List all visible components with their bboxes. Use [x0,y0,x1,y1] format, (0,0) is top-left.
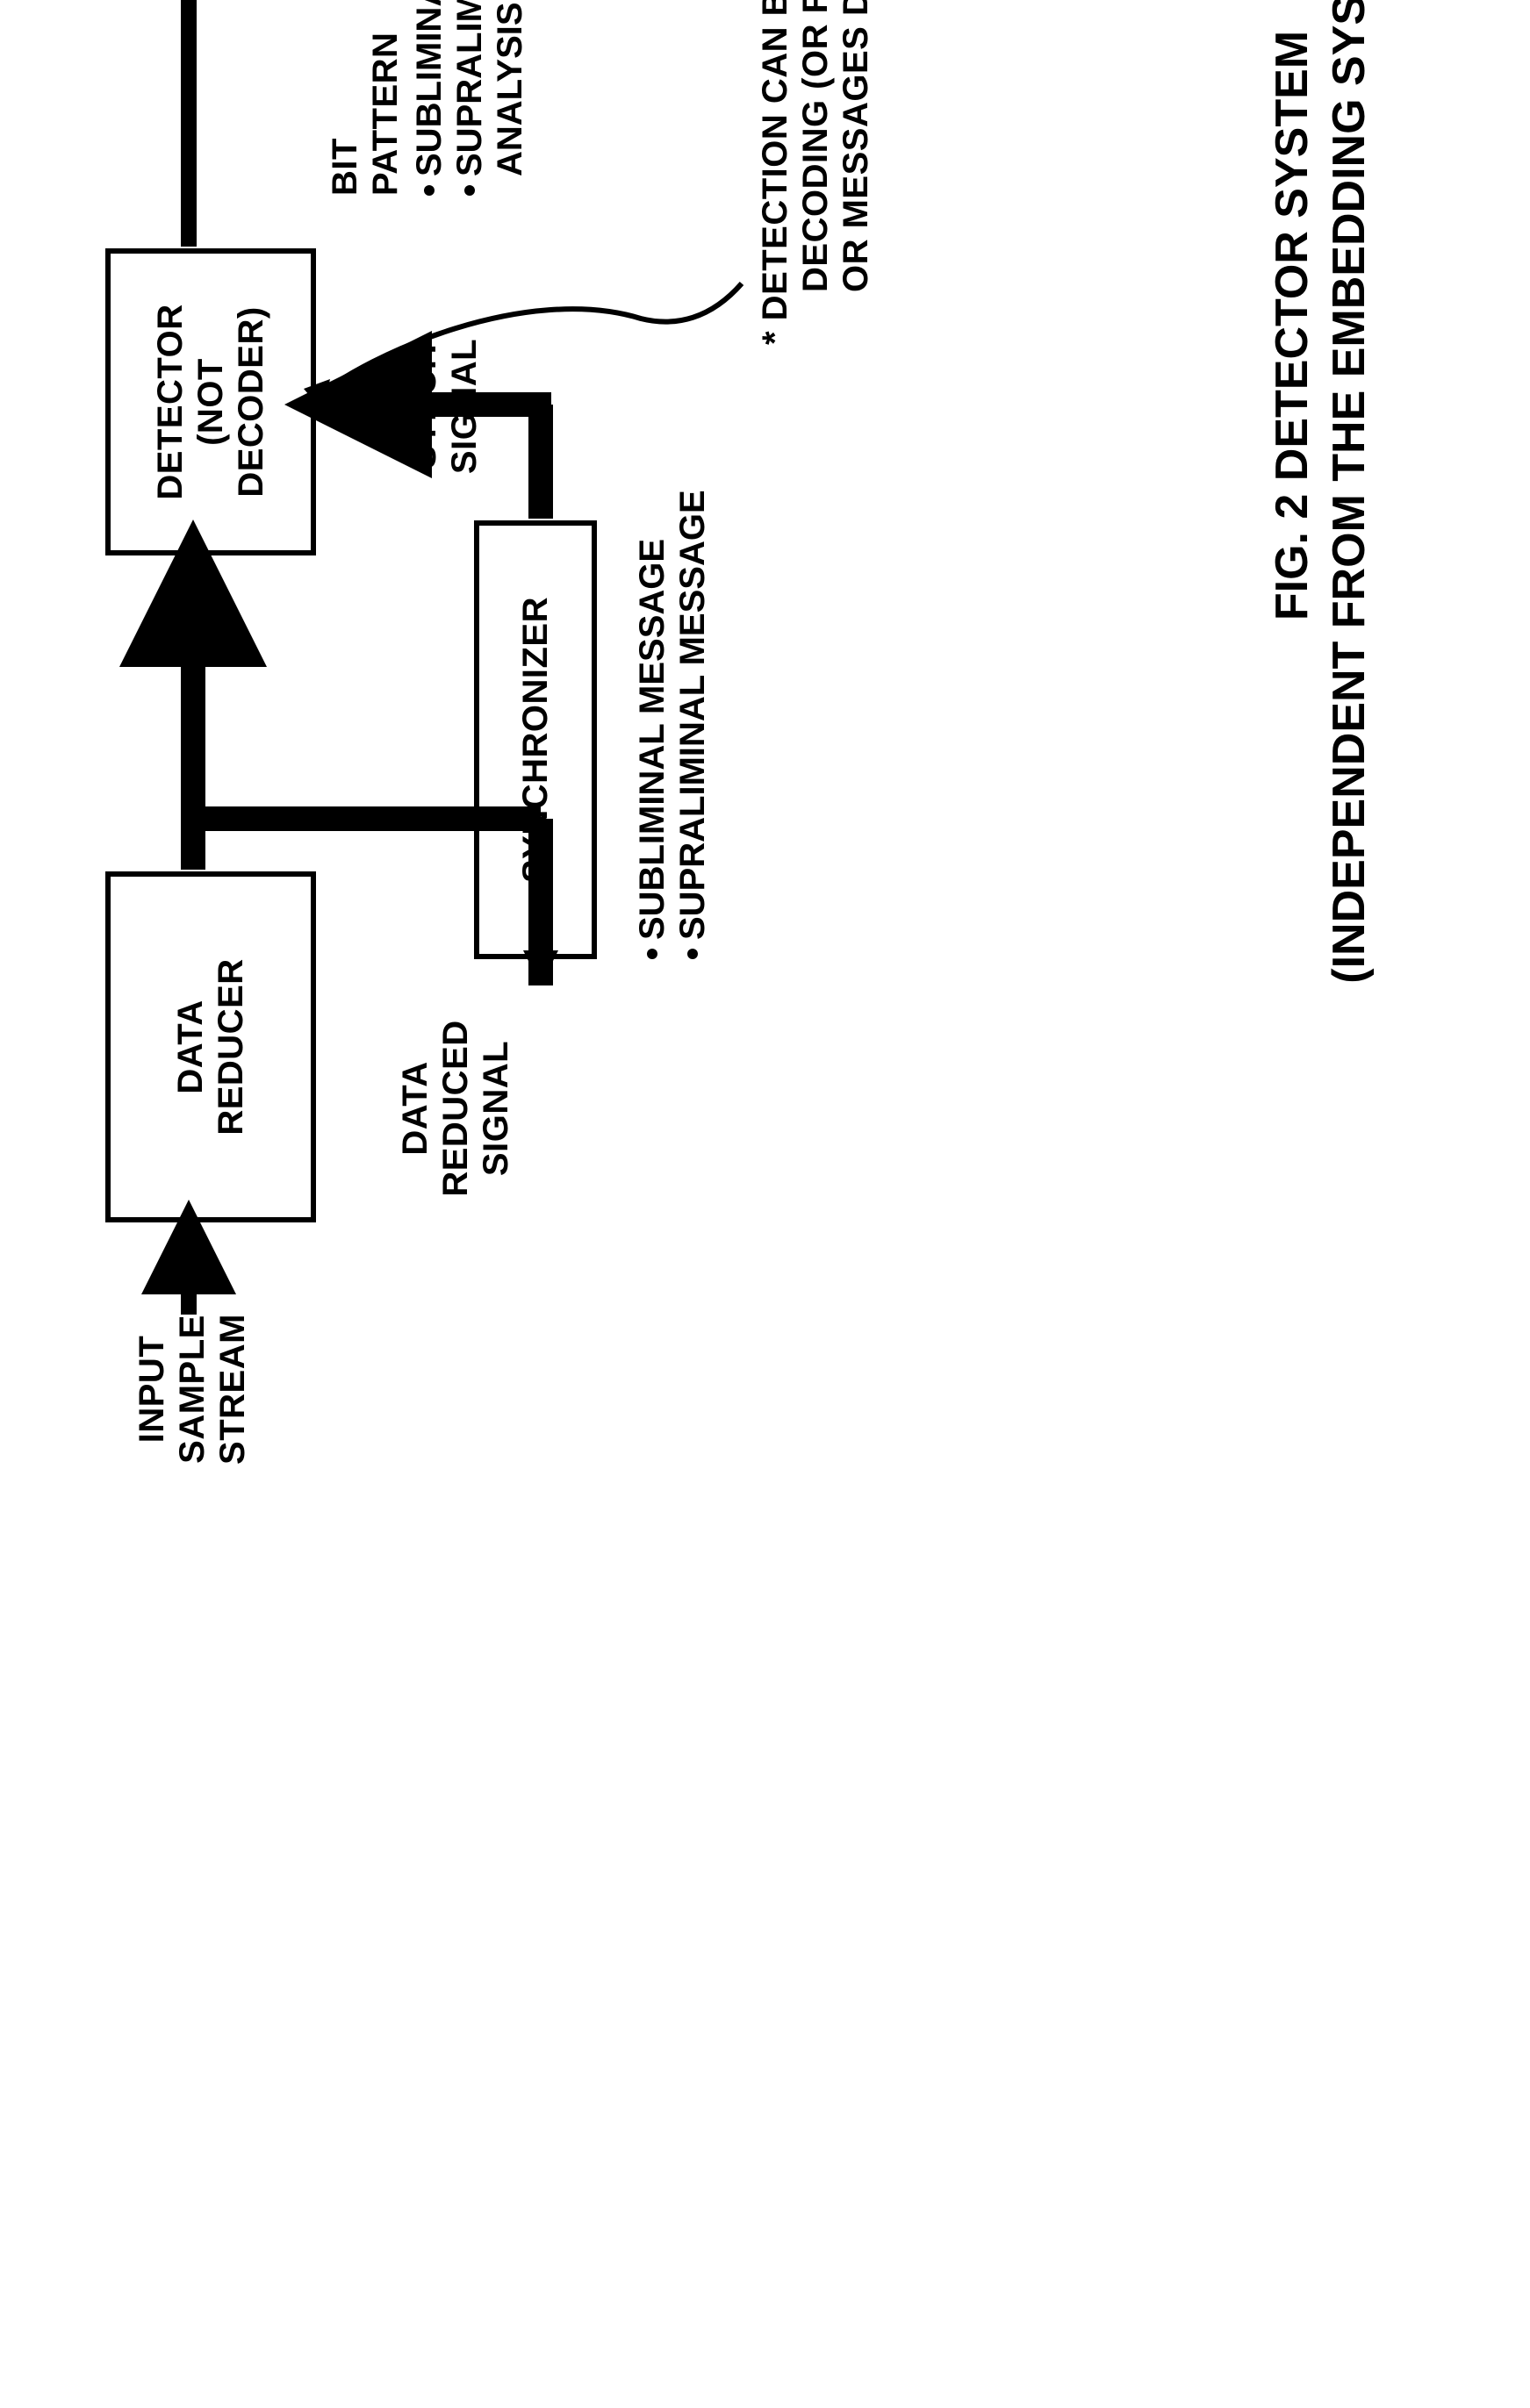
label-data-reduced-signal: DATA REDUCED SIGNAL [395,994,516,1222]
label-bit-pattern-header: BIT PATTERN [325,32,406,196]
diagram-canvas: DATA REDUCER SYNCHRONIZER DETECTOR (NOT … [0,0,1530,1530]
bullet-dot-icon [424,185,435,196]
label-data-reduced-line1: DATA [395,994,435,1222]
block-data-reducer: DATA REDUCER [105,871,316,1222]
block-detector-line1: DETECTOR [150,304,190,499]
figure-caption: FIG. 2 DETECTOR SYSTEM (INDEPENDENT FROM… [1264,0,1378,1530]
footnote-line3: OR MESSAGES DETECTED [836,0,876,345]
bullet-item: SUBLIMINAL MESSAGE [632,490,672,959]
bullet-dot-icon [464,185,475,196]
label-bit-pattern-line1: BIT [325,32,365,196]
footnote-line1: * DETECTION CAN BE LOGICALLY SEPARATE FR… [755,0,795,345]
label-input-line3: STREAM [212,1301,253,1477]
label-input-sample-stream: INPUT SAMPLE STREAM [132,1301,253,1477]
label-input-line2: SAMPLE [172,1301,212,1477]
label-synch-line2: SIGNAL [444,319,485,494]
block-synchronizer-label: SYNCHRONIZER [515,597,556,883]
bullets-under-bit-pattern: SUBLIMINAL SUPRALIMINAL ANALYSIS [409,0,530,196]
bullet-item: ANALYSIS [490,0,530,196]
bullet-item: SUPRALIMINAL MESSAGE [672,490,713,959]
label-bit-pattern-line2: PATTERN [365,32,406,196]
bullet-dot-icon [647,949,657,959]
caption-line2: (INDEPENDENT FROM THE EMBEDDING SYSTEM O… [1321,0,1378,1530]
block-detector-line2: (NOT [190,358,231,446]
bullet-item: SUPRALIMINAL [449,0,490,196]
footnote: * DETECTION CAN BE LOGICALLY SEPARATE FR… [755,0,876,345]
footnote-line2: DECODING (OR RENDERING) OF THE MESSAGE [795,0,836,345]
label-data-reduced-line3: SIGNAL [476,994,516,1222]
bullet-dot-icon [687,949,698,959]
label-data-reduced-line2: REDUCED [435,994,476,1222]
label-synch-line1: SYNCH [404,319,444,494]
block-data-reducer-line1: DATA [170,1000,211,1093]
block-detector: DETECTOR (NOT DECODER) [105,248,316,555]
bullets-under-data-reduced: SUBLIMINAL MESSAGE SUPRALIMINAL MESSAGE [632,490,713,959]
label-synch-signal: SYNCH SIGNAL [404,319,485,494]
block-synchronizer: SYNCHRONIZER [474,520,597,959]
block-detector-line3: DECODER) [231,306,271,497]
bullet-item: SUBLIMINAL [409,0,449,196]
block-data-reducer-line2: REDUCER [211,958,251,1135]
caption-line1: FIG. 2 DETECTOR SYSTEM [1264,0,1321,1530]
label-input-line1: INPUT [132,1301,172,1477]
